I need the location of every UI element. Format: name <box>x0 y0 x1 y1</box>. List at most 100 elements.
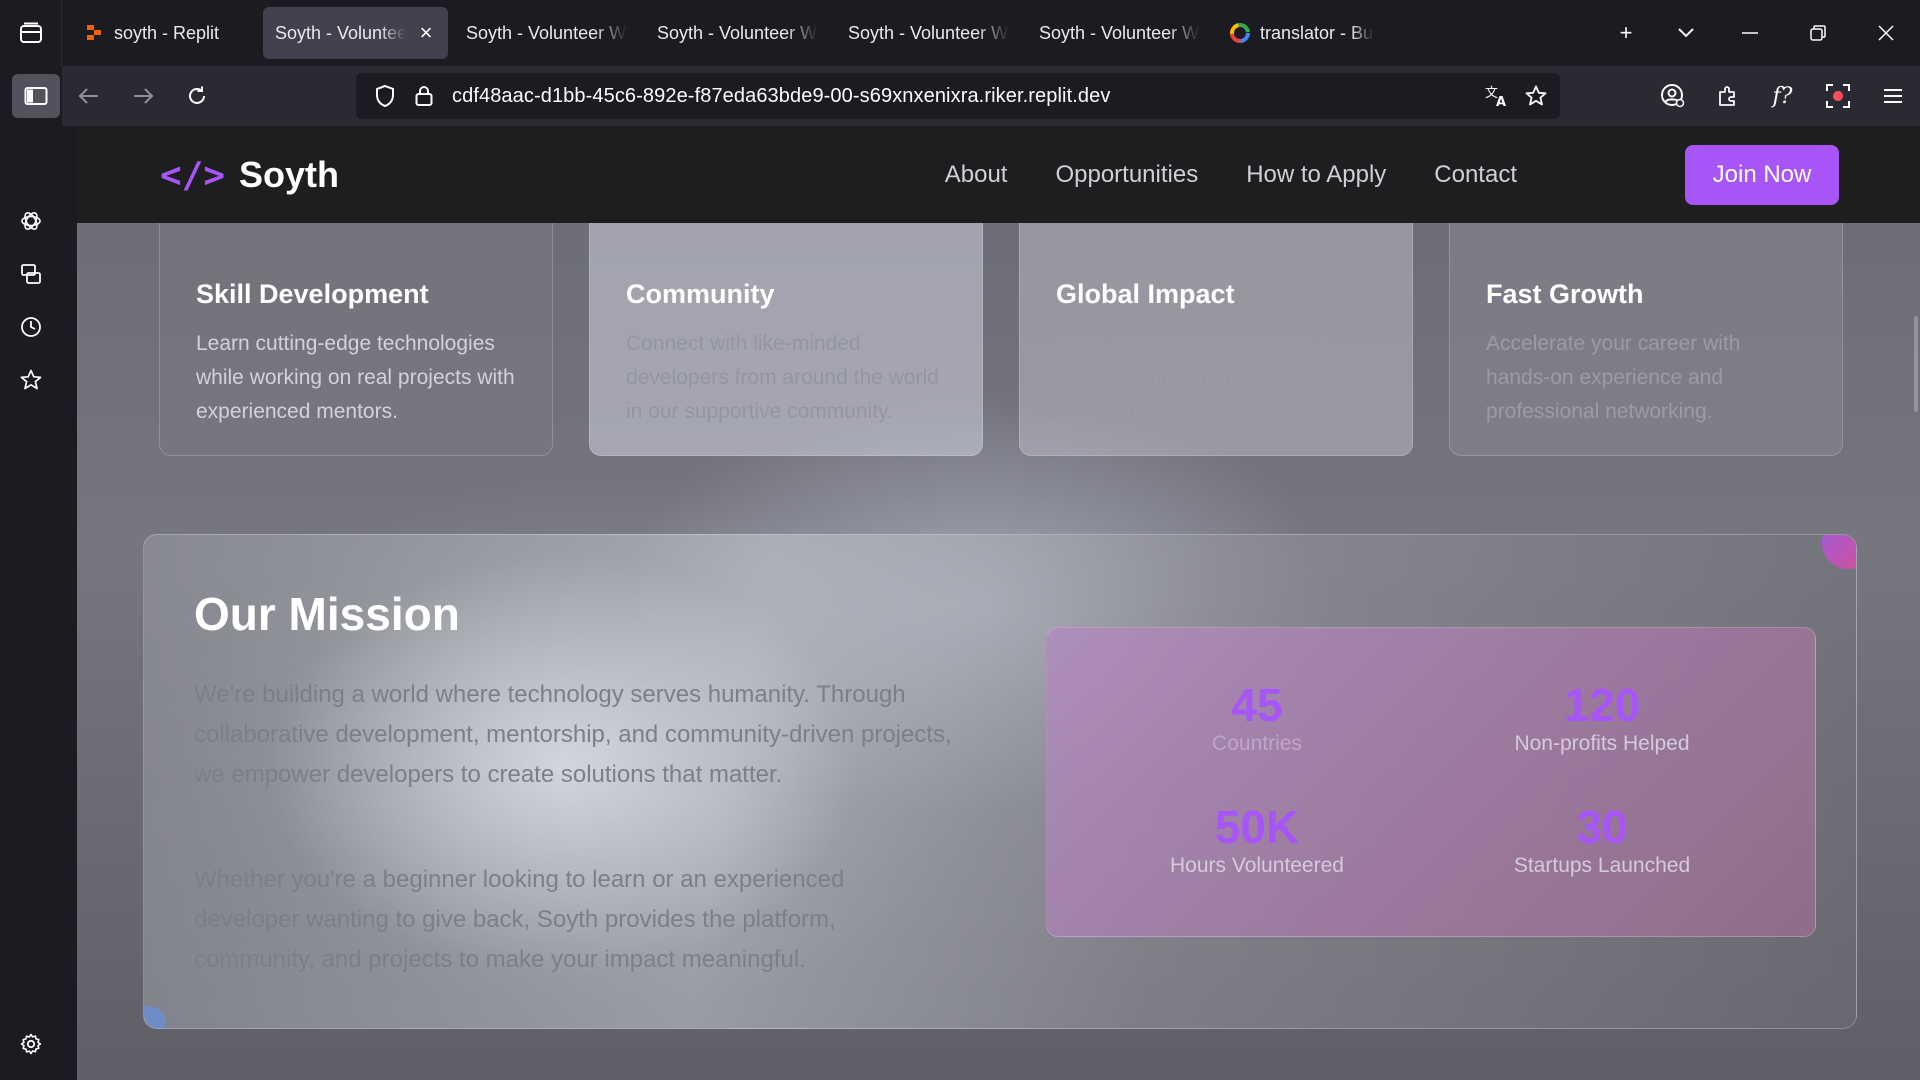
puzzle-icon <box>1718 86 1735 106</box>
forward-button[interactable] <box>116 74 170 118</box>
screen-record-icon <box>1825 84 1850 108</box>
app-menu-button[interactable] <box>1865 74 1920 118</box>
stat-hours: 50K Hours Volunteered <box>1107 800 1407 878</box>
page-scrollbar[interactable] <box>1914 316 1918 412</box>
nav-link-contact[interactable]: Contact <box>1434 161 1517 189</box>
decorative-orb <box>144 1006 166 1028</box>
stat-startups: 30 Startups Launched <box>1452 800 1752 878</box>
feature-card-fast-growth: Fast Growth Accelerate your career with … <box>1449 198 1843 456</box>
new-tab-button[interactable]: + <box>1596 0 1656 66</box>
tab-overview-icon <box>19 22 42 43</box>
stat-label: Startups Launched <box>1513 854 1691 877</box>
gear-icon <box>20 1033 42 1054</box>
mission-paragraph: We're building a world where technology … <box>194 681 952 788</box>
minimize-button[interactable] <box>1716 0 1784 66</box>
close-icon <box>1878 25 1894 41</box>
sidebar-item-chatbot[interactable] <box>0 194 62 247</box>
join-now-button[interactable]: Join Now <box>1685 145 1839 205</box>
feature-description: Accelerate your career with hands-on exp… <box>1486 332 1741 423</box>
url-bar[interactable]: cdf48aac-d1bb-45c6-892e-f87eda63bde9-00-… <box>356 73 1560 119</box>
features-section: Skill Development Learn cutting-edge tec… <box>159 198 1843 456</box>
tab-label: translator - Busc <box>1260 22 1374 43</box>
tab-translator[interactable]: translator - Busc <box>1218 7 1386 59</box>
tab-overview-button[interactable] <box>0 0 62 66</box>
mission-section: Our Mission We're building a world where… <box>143 534 1857 1029</box>
formula-extension-button[interactable]: f? <box>1755 74 1810 118</box>
hamburger-menu-icon <box>1883 89 1902 103</box>
tab-soyth-replit[interactable]: soyth - Replit <box>72 7 257 59</box>
feature-card-skill-development: Skill Development Learn cutting-edge tec… <box>159 198 553 456</box>
stat-label: Non-profits Helped <box>1514 732 1690 755</box>
restore-icon <box>1810 25 1826 41</box>
bookmark-star-icon[interactable] <box>1524 84 1548 108</box>
tab-label: Soyth - Volunteer W <box>1039 22 1200 43</box>
arrow-right-icon <box>134 88 154 104</box>
browser-sidebar <box>0 66 62 1080</box>
sidebar-icon <box>24 87 48 105</box>
plus-icon: + <box>1619 20 1633 45</box>
feature-title: Skill Development <box>196 279 429 309</box>
url-text[interactable]: cdf48aac-d1bb-45c6-892e-f87eda63bde9-00-… <box>452 85 1110 108</box>
stat-value: 45 <box>1231 679 1283 731</box>
lock-icon[interactable] <box>414 85 434 107</box>
close-window-button[interactable] <box>1852 0 1920 66</box>
brand-name: Soyth <box>239 154 340 195</box>
browser-nav-bar: cdf48aac-d1bb-45c6-892e-f87eda63bde9-00-… <box>62 66 1920 126</box>
feature-title: Global Impact <box>1056 279 1235 309</box>
sidebar-extension-list <box>0 194 62 406</box>
feature-description: Connect with like-minded developers from… <box>626 332 939 423</box>
stat-value: 30 <box>1576 801 1628 853</box>
synced-tabs-icon <box>21 263 41 284</box>
nav-link-about[interactable]: About <box>945 161 1008 189</box>
feature-title: Fast Growth <box>1486 279 1644 309</box>
tab-label: Soyth - Volunteer W <box>848 22 1009 43</box>
stat-label: Hours Volunteered <box>1170 854 1344 877</box>
nav-link-how-to-apply[interactable]: How to Apply <box>1246 161 1386 189</box>
extensions-button[interactable] <box>1700 74 1755 118</box>
mission-paragraph: Whether you're a beginner looking to lea… <box>194 866 845 973</box>
clock-icon <box>21 316 41 337</box>
page-viewport: </> Soyth About Opportunities How to App… <box>77 126 1920 1080</box>
sidebar-item-synced-tabs[interactable] <box>0 247 62 300</box>
tab-label: soyth - Replit <box>114 22 220 43</box>
sidebar-item-history[interactable] <box>0 300 62 353</box>
tab-soyth-volunteer-active[interactable]: Soyth - Volunteer × <box>263 7 448 59</box>
close-tab-icon[interactable]: × <box>416 20 436 46</box>
sidebar-item-bookmarks[interactable] <box>0 353 62 406</box>
tab-label: Soyth - Volunteer <box>275 22 406 43</box>
sidebar-settings-button[interactable] <box>0 1017 62 1070</box>
tab-soyth-volunteer[interactable]: Soyth - Volunteer W <box>836 7 1021 59</box>
screenshot-button[interactable] <box>1810 74 1865 118</box>
code-brackets-icon: </> <box>160 154 226 196</box>
feature-description: Work on projects that make a difference … <box>1056 332 1329 423</box>
stat-nonprofits: 120 Non-profits Helped <box>1452 678 1752 756</box>
tab-label: Soyth - Volunteer W <box>657 22 818 43</box>
browser-tab-bar: soyth - Replit Soyth - Volunteer × Soyth… <box>0 0 1920 66</box>
sidebar-toggle-button[interactable] <box>12 74 60 118</box>
toolbar-actions: f? <box>1645 66 1920 126</box>
list-all-tabs-button[interactable] <box>1656 0 1716 66</box>
stats-panel: 45 Countries 120 Non-profits Helped 50K … <box>1046 627 1816 937</box>
nav-link-opportunities[interactable]: Opportunities <box>1055 161 1198 189</box>
restore-button[interactable] <box>1784 0 1852 66</box>
tab-soyth-volunteer[interactable]: Soyth - Volunteer W <box>454 7 639 59</box>
minimize-icon <box>1742 32 1758 34</box>
decorative-orb <box>1822 535 1856 569</box>
chevron-down-icon <box>1678 28 1694 38</box>
translate-icon[interactable]: 文A <box>1484 84 1510 108</box>
reload-icon <box>189 86 205 104</box>
tab-soyth-volunteer[interactable]: Soyth - Volunteer W <box>1027 7 1212 59</box>
feature-card-community: Community Connect with like-minded devel… <box>589 198 983 456</box>
site-logo[interactable]: </> Soyth <box>160 154 339 196</box>
account-icon <box>1660 84 1684 108</box>
feature-description: Learn cutting-edge technologies while wo… <box>196 332 515 423</box>
account-button[interactable] <box>1645 74 1700 118</box>
shield-icon[interactable] <box>374 84 396 108</box>
reload-button[interactable] <box>170 74 224 118</box>
arrow-left-icon <box>78 88 98 104</box>
chatgpt-icon <box>21 211 41 230</box>
back-button[interactable] <box>62 74 116 118</box>
tab-soyth-volunteer[interactable]: Soyth - Volunteer W <box>645 7 830 59</box>
stat-label: Countries <box>1212 732 1302 755</box>
site-nav: About Opportunities How to Apply Contact <box>945 126 1517 223</box>
